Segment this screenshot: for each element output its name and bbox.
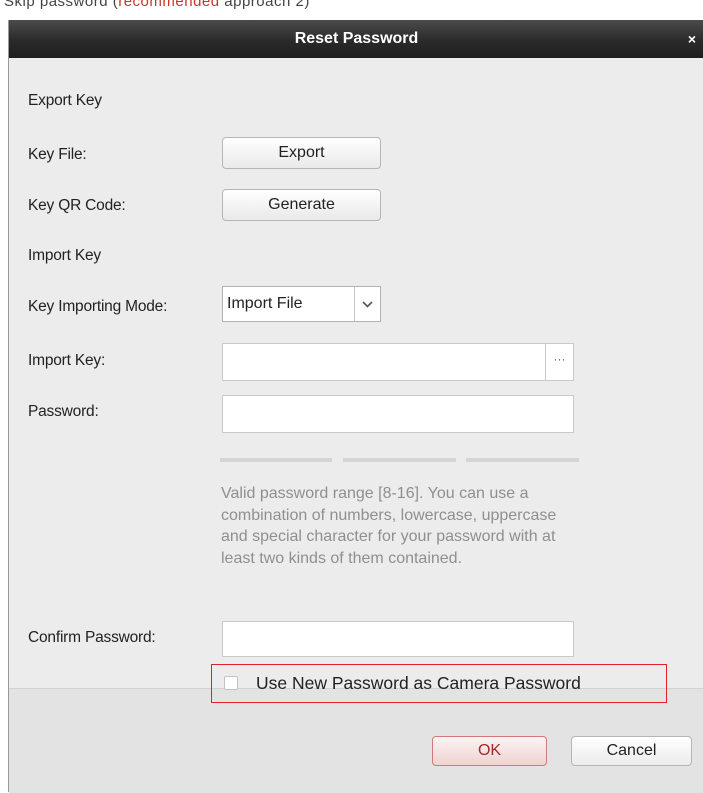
export-button[interactable]: Export (222, 137, 381, 169)
import-key-label: Import Key: (28, 352, 106, 369)
dialog-title: Reset Password (294, 30, 419, 47)
camera-password-option: Use New Password as Camera Password (211, 664, 667, 703)
import-key-heading: Import Key (28, 247, 101, 264)
password-strength-segment-weak (220, 458, 332, 462)
password-field[interactable] (222, 395, 574, 433)
background-caption-suffix: approach 2) (219, 0, 310, 10)
password-strength-segment-strong (466, 458, 579, 462)
password-hint: Valid password range [8-16]. You can use… (221, 485, 557, 567)
key-importing-mode-label: Key Importing Mode: (28, 298, 168, 315)
key-importing-mode-select[interactable]: Import File (222, 286, 381, 322)
chevron-down-icon[interactable] (354, 287, 380, 321)
generate-button[interactable]: Generate (222, 189, 381, 221)
import-key-field[interactable] (222, 343, 546, 381)
close-icon[interactable]: × (688, 20, 696, 58)
ok-button[interactable]: OK (432, 736, 547, 766)
key-qr-code-label: Key QR Code: (28, 197, 126, 214)
password-strength-segment-medium (343, 458, 456, 462)
background-caption-prefix: Skip password ( (4, 0, 119, 10)
ellipsis-icon[interactable]: ··· (545, 343, 574, 381)
export-key-heading: Export Key (28, 92, 102, 109)
key-file-label: Key File: (28, 146, 87, 163)
reset-password-dialog: Reset Password × Export Key Key File: Ex… (8, 20, 703, 793)
background-caption-highlight: recommended (118, 0, 220, 10)
confirm-password-field[interactable] (222, 621, 574, 657)
confirm-password-label: Confirm Password: (28, 629, 156, 646)
key-importing-mode-value: Import File (227, 295, 303, 312)
background-caption: Skip password (recommended approach 2) (4, 0, 310, 10)
background-window-text: Skip password (recommended approach 2) (0, 0, 703, 20)
use-as-camera-password-label[interactable]: Use New Password as Camera Password (256, 665, 581, 702)
title-bar: Reset Password × (9, 20, 703, 58)
cancel-button[interactable]: Cancel (571, 736, 692, 766)
use-as-camera-password-checkbox[interactable] (224, 676, 238, 690)
password-label: Password: (28, 403, 99, 420)
